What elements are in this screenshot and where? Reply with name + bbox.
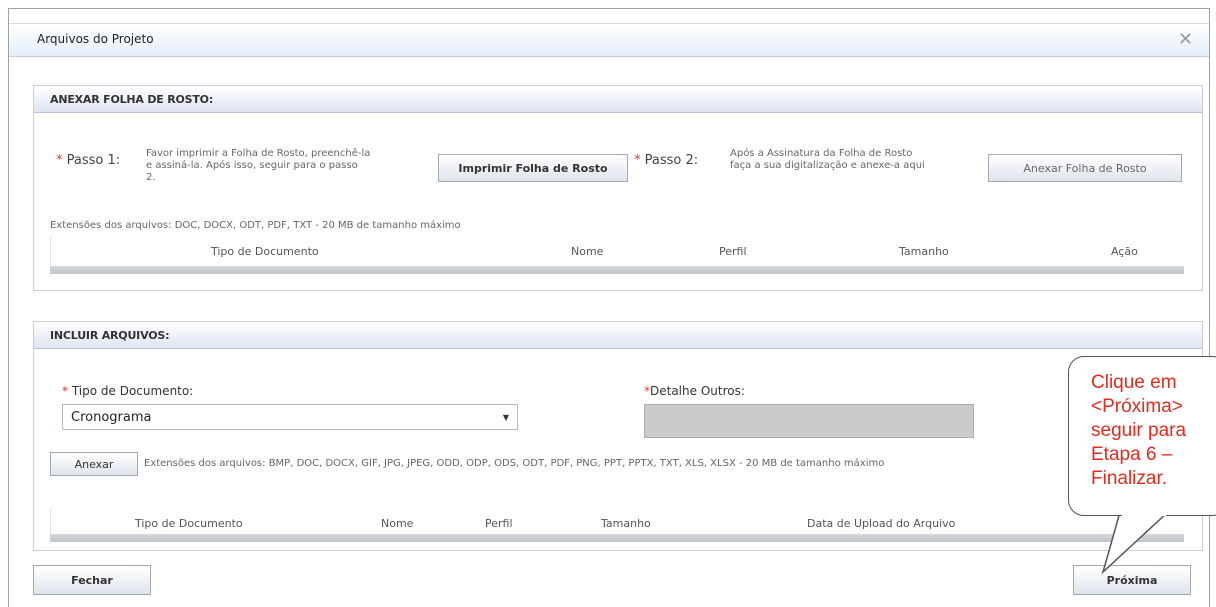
dialog-window: Arquivos do Projeto ✕ ANEXAR FOLHA DE RO…: [8, 8, 1210, 607]
step2-label: * Passo 2:: [634, 153, 699, 168]
chevron-down-icon: ▼: [502, 413, 509, 422]
step2-instructions: Após a Assinatura da Folha de Rosto faça…: [730, 148, 925, 171]
column-header: Nome: [571, 245, 604, 258]
attach-cover-sheet-button[interactable]: Anexar Folha de Rosto: [988, 154, 1182, 182]
instruction-callout: Clique em <Próxima> seguir para Etapa 6 …: [1068, 356, 1216, 516]
attach-file-button[interactable]: Anexar: [50, 452, 138, 476]
cover-sheet-panel: ANEXAR FOLHA DE ROSTO: * Passo 1: Favor …: [33, 85, 1203, 291]
dialog-title: Arquivos do Projeto: [37, 32, 154, 46]
callout-line: Clique em: [1091, 372, 1177, 393]
cover-extensions-text: Extensões dos arquivos: DOC, DOCX, ODT, …: [50, 220, 461, 231]
cover-grid-header: Tipo de Documento Nome Perfil Tamanho Aç…: [50, 236, 1185, 266]
column-header: Nome: [381, 517, 414, 530]
include-files-title: INCLUIR ARQUIVOS:: [50, 329, 170, 342]
cover-sheet-header: ANEXAR FOLHA DE ROSTO:: [34, 86, 1202, 113]
document-type-label: * Tipo de Documento:: [62, 384, 194, 398]
close-button[interactable]: Fechar: [33, 565, 151, 595]
callout-line: Etapa 6 –: [1091, 444, 1173, 465]
cover-grid-scrollbar[interactable]: [50, 266, 1184, 274]
column-header: Perfil: [719, 245, 747, 258]
close-icon[interactable]: ✕: [1178, 29, 1193, 50]
callout-line: <Próxima>: [1091, 396, 1183, 417]
callout-line: seguir para: [1091, 420, 1187, 441]
document-type-select[interactable]: Cronograma ▼: [62, 404, 518, 430]
column-header: Data de Upload do Arquivo: [807, 517, 956, 530]
next-button[interactable]: Próxima: [1073, 565, 1191, 595]
include-grid-scrollbar[interactable]: [50, 534, 1184, 542]
include-extensions-text: Extensões dos arquivos: BMP, DOC, DOCX, …: [144, 458, 885, 469]
step1-instructions: Favor imprimir a Folha de Rosto, preench…: [146, 148, 371, 183]
detail-others-label: *Detalhe Outros:: [644, 384, 745, 398]
column-header: Tamanho: [601, 517, 651, 530]
print-cover-sheet-button[interactable]: Imprimir Folha de Rosto: [438, 154, 628, 182]
callout-line: Finalizar.: [1091, 468, 1168, 489]
column-header: Perfil: [485, 517, 513, 530]
column-header: Tipo de Documento: [211, 245, 319, 258]
document-type-value: Cronograma: [71, 410, 152, 425]
include-files-header: INCLUIR ARQUIVOS:: [34, 322, 1202, 349]
detail-others-input: [644, 404, 974, 438]
include-files-panel: INCLUIR ARQUIVOS: * Tipo de Documento: C…: [33, 321, 1203, 551]
dialog-titlebar: Arquivos do Projeto ✕: [9, 23, 1209, 57]
step1-label: * Passo 1:: [56, 153, 121, 168]
column-header: Tamanho: [899, 245, 949, 258]
column-header: Tipo de Documento: [135, 517, 243, 530]
cover-sheet-title: ANEXAR FOLHA DE ROSTO:: [50, 93, 214, 106]
column-header: Ação: [1111, 245, 1138, 258]
